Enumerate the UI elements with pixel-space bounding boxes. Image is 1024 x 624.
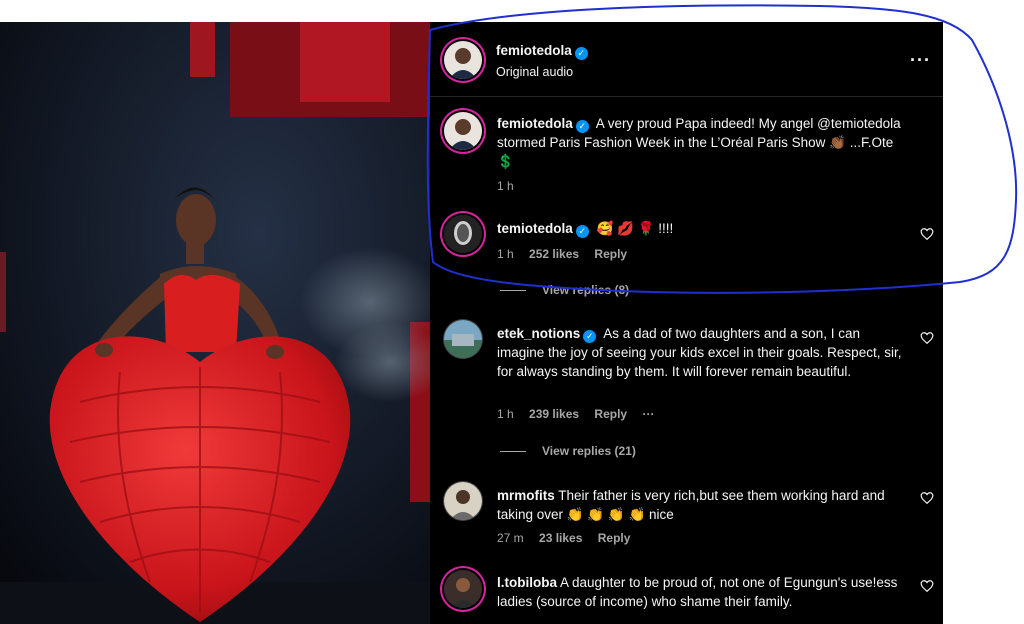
comment-username[interactable]: l.tobiloba [497, 575, 557, 590]
comment-avatar[interactable] [444, 215, 482, 253]
comment-avatar[interactable] [444, 482, 482, 520]
person-avatar-icon [444, 112, 482, 150]
verified-badge-icon: ✓ [583, 330, 597, 343]
reply-divider-line [500, 290, 526, 292]
comment-username[interactable]: femiotedola [497, 116, 573, 131]
comment-username[interactable]: etek_notions [497, 326, 580, 341]
comment-body: mrmofits Their father is very rich,but s… [497, 486, 907, 524]
author-username[interactable]: femiotedola [496, 43, 572, 58]
heart-icon[interactable] [920, 491, 934, 505]
comment-time[interactable]: 1 h [497, 247, 514, 261]
post-photo [0, 22, 430, 624]
comment-avatar[interactable] [444, 320, 482, 358]
comment-time[interactable]: 1 h [497, 179, 514, 193]
view-replies-label: View replies (8) [542, 283, 630, 297]
comments-panel: femiotedola ✓ Original audio ··· femioted… [430, 22, 943, 624]
comment-text: Their father is very rich,but see them w… [497, 488, 885, 522]
landscape-avatar-icon [444, 320, 482, 358]
post-header: femiotedola ✓ Original audio ··· [430, 22, 943, 97]
view-replies-button[interactable]: View replies (21) [500, 444, 636, 458]
author-avatar[interactable] [444, 41, 482, 79]
reply-button[interactable]: Reply [598, 531, 631, 545]
person-avatar-icon [444, 215, 482, 253]
comment-avatar[interactable] [444, 570, 482, 608]
reply-button[interactable]: Reply [594, 407, 627, 421]
person-avatar-icon [444, 570, 482, 608]
reply-button[interactable]: Reply [594, 247, 627, 261]
comment-body: etek_notions ✓ As a dad of two daughters … [497, 324, 907, 381]
comment-body: femiotedola ✓ A very proud Papa indeed! M… [497, 114, 907, 171]
comment-meta: 27 m 23 likes Reply [497, 531, 642, 545]
runway-photo-illustration [0, 22, 430, 624]
verified-badge-icon: ✓ [574, 47, 588, 60]
person-avatar-icon [444, 41, 482, 79]
comment-likes[interactable]: 23 likes [539, 531, 582, 545]
heart-icon[interactable] [920, 579, 934, 593]
reply-divider-line [500, 451, 526, 453]
comment-username[interactable]: temiotedola [497, 221, 573, 236]
comment-text: 🥰 💋 🌹 !!!! [596, 221, 674, 236]
person-avatar-icon [444, 482, 482, 520]
comment-likes[interactable]: 252 likes [529, 247, 579, 261]
comment-avatar[interactable] [444, 112, 482, 150]
comment-text: A daughter to be proud of, not one of Eg… [497, 575, 898, 609]
more-horizontal-icon[interactable]: ··· [910, 50, 931, 71]
verified-badge-icon: ✓ [575, 120, 589, 133]
comment-time[interactable]: 27 m [497, 531, 524, 545]
view-replies-label: View replies (21) [542, 444, 636, 458]
heart-icon[interactable] [920, 227, 934, 241]
comment-meta: 1 h 239 likes Reply ··· [497, 407, 666, 421]
verified-badge-icon: ✓ [575, 225, 589, 238]
comment-body: temiotedola ✓ 🥰 💋 🌹 !!!! [497, 219, 907, 238]
comment-time[interactable]: 1 h [497, 407, 514, 421]
comment-meta: 1 h 252 likes Reply [497, 247, 639, 261]
comment-meta: 1 h [497, 179, 526, 193]
author-line: femiotedola ✓ [496, 42, 592, 60]
more-options-button[interactable]: ··· [642, 407, 654, 421]
comment-username[interactable]: mrmofits [497, 488, 555, 503]
view-replies-button[interactable]: View replies (8) [500, 283, 629, 297]
audio-label[interactable]: Original audio [496, 65, 573, 79]
heart-icon[interactable] [920, 331, 934, 345]
comment-likes[interactable]: 239 likes [529, 407, 579, 421]
comment-body: l.tobiloba A daughter to be proud of, no… [497, 573, 907, 611]
